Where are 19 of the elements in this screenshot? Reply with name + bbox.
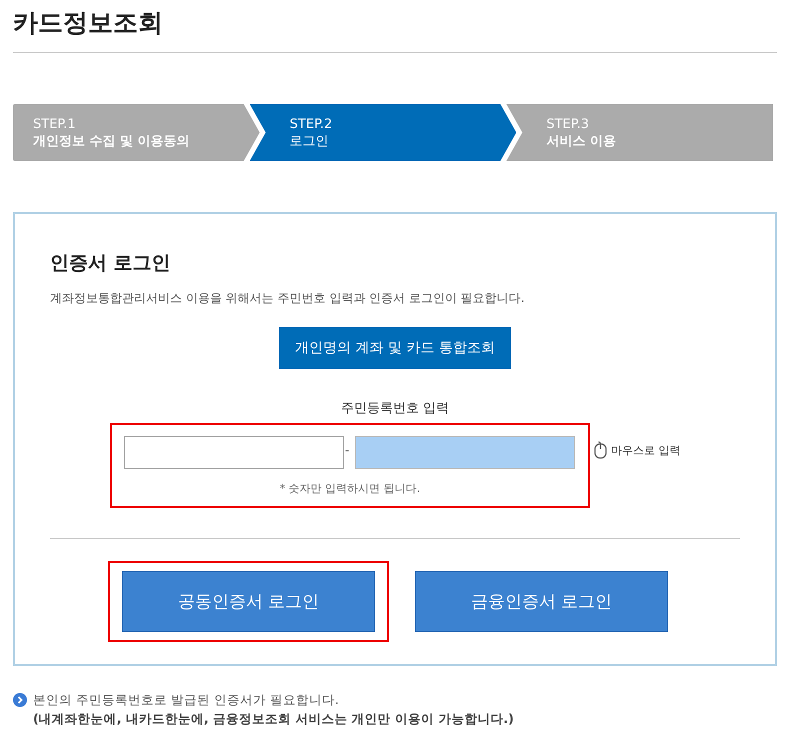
lookup-button[interactable]: 개인명의 계좌 및 카드 통합조회 bbox=[279, 327, 511, 369]
mouse-icon[interactable] bbox=[594, 441, 607, 459]
step-item: STEP.1 개인정보 수집 및 이용동의 bbox=[13, 104, 260, 161]
field-label: 주민등록번호 입력 bbox=[340, 400, 450, 417]
note-text: (내계좌한눈에, 내카드한눈에, 금융정보조회 서비스는 개인만 이용이 가능합니다.) bbox=[33, 710, 514, 728]
description-text: 계좌정보통합관리서비스 이용을 위해서는 주민번호 입력과 인증서 로그인이 필요합니다. bbox=[50, 290, 526, 307]
step-item: STEP.3 서비스 이용 bbox=[506, 104, 774, 161]
chevron-icon bbox=[13, 693, 27, 707]
login-button[interactable]: 금융인증서 로그인 bbox=[415, 571, 668, 632]
mouse-input-link[interactable]: 마우스로 입력 bbox=[611, 442, 680, 458]
hint-text: * 숫자만 입력하시면 됩니다. bbox=[278, 481, 422, 496]
input-field[interactable] bbox=[124, 436, 344, 469]
page-title: 카드정보조회 bbox=[13, 8, 164, 39]
login-button[interactable]: 공동인증서 로그인 bbox=[122, 571, 375, 632]
section-heading: 인증서 로그인 bbox=[50, 251, 172, 276]
step-item: STEP.2 로그인 bbox=[250, 104, 516, 161]
separator-text: - bbox=[345, 443, 350, 457]
input-field[interactable] bbox=[355, 436, 575, 469]
note-text: 본인의 주민등록번호로 발급된 인증서가 필요합니다. bbox=[33, 691, 340, 709]
